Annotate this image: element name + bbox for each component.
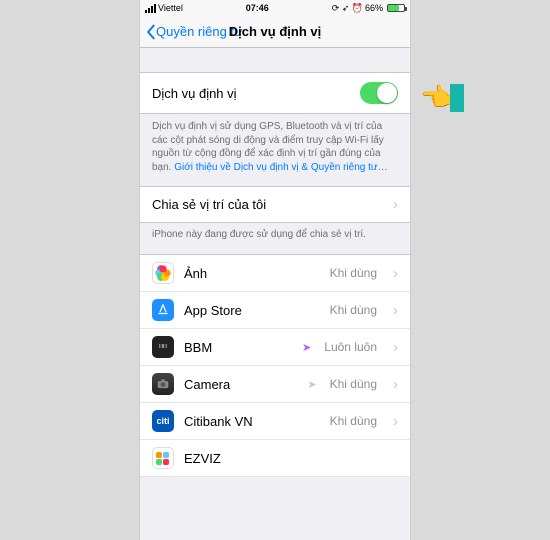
chevron-right-icon: › <box>393 413 398 430</box>
location-services-label: Dịch vụ định vị <box>152 86 360 101</box>
chevron-right-icon: › <box>393 339 398 356</box>
nav-bar: Quyền riêng tư Dịch vụ định vị <box>140 16 410 48</box>
app-name-label: BBM <box>184 340 292 355</box>
page-title: Dịch vụ định vị <box>229 24 321 39</box>
app-status-label: Khi dùng <box>330 377 377 391</box>
bbm-icon: ∷∷ <box>152 336 174 358</box>
chevron-right-icon: › <box>393 265 398 282</box>
app-name-label: EZVIZ <box>184 451 398 466</box>
app-cell-citibank[interactable]: citi Citibank VN Khi dùng › <box>140 403 410 440</box>
chevron-right-icon: › <box>393 196 398 213</box>
app-name-label: Ảnh <box>184 266 320 281</box>
photos-icon <box>152 262 174 284</box>
pointing-hand-icon: 👈 <box>420 82 452 113</box>
status-bar: Viettel 07:46 ⟳ ➶ ⏰ 66% <box>140 0 410 16</box>
location-services-toggle-cell: Dịch vụ định vị <box>140 72 410 114</box>
app-cell-photos[interactable]: Ảnh Khi dùng › <box>140 255 410 292</box>
status-icons: ⟳ ➶ ⏰ <box>332 3 363 14</box>
share-location-footnote: iPhone này đang được sử dụng để chia sẻ … <box>140 223 410 254</box>
citibank-icon: citi <box>152 410 174 432</box>
app-status-label: Khi dùng <box>330 266 377 280</box>
app-status-label: Luôn luôn <box>324 340 377 354</box>
cell-signal-icon <box>145 4 156 13</box>
battery-pct-label: 66% <box>365 3 383 13</box>
app-cell-bbm[interactable]: ∷∷ BBM ➤ Luôn luôn › <box>140 329 410 366</box>
app-status-label: Khi dùng <box>330 414 377 428</box>
settings-screen: Viettel 07:46 ⟳ ➶ ⏰ 66% Quyền riêng tư D… <box>139 0 411 540</box>
hand-cuff <box>450 84 464 112</box>
battery-icon <box>387 4 405 12</box>
location-arrow-outline-icon: ➤ <box>307 378 316 391</box>
app-cell-appstore[interactable]: App Store Khi dùng › <box>140 292 410 329</box>
app-name-label: Camera <box>184 377 297 392</box>
privacy-info-link[interactable]: Giới thiệu về Dịch vụ định vị & Quyền ri… <box>174 162 387 173</box>
app-cell-camera[interactable]: Camera ➤ Khi dùng › <box>140 366 410 403</box>
location-services-description: Dịch vụ định vị sử dụng GPS, Bluetooth v… <box>140 114 410 186</box>
carrier-label: Viettel <box>158 3 183 13</box>
ezviz-icon <box>152 447 174 469</box>
share-my-location-cell[interactable]: Chia sẻ vị trí của tôi › <box>140 186 410 223</box>
app-name-label: App Store <box>184 303 320 318</box>
appstore-icon <box>152 299 174 321</box>
clock-label: 07:46 <box>183 3 332 13</box>
scroll-content[interactable]: Dịch vụ định vị Dịch vụ định vị sử dụng … <box>140 48 410 540</box>
chevron-left-icon <box>145 24 156 40</box>
app-list: Ảnh Khi dùng › App Store Khi dùng › ∷∷ B… <box>140 254 410 477</box>
camera-icon <box>152 373 174 395</box>
chevron-right-icon: › <box>393 302 398 319</box>
location-arrow-active-icon: ➤ <box>302 341 311 354</box>
app-name-label: Citibank VN <box>184 414 320 429</box>
app-status-label: Khi dùng <box>330 303 377 317</box>
chevron-right-icon: › <box>393 376 398 393</box>
app-cell-ezviz[interactable]: EZVIZ <box>140 440 410 477</box>
instruction-pointer: 👈 <box>420 82 464 113</box>
back-button[interactable]: Quyền riêng tư <box>140 24 243 40</box>
location-services-toggle[interactable] <box>360 82 398 104</box>
share-location-label: Chia sẻ vị trí của tôi <box>152 197 387 212</box>
